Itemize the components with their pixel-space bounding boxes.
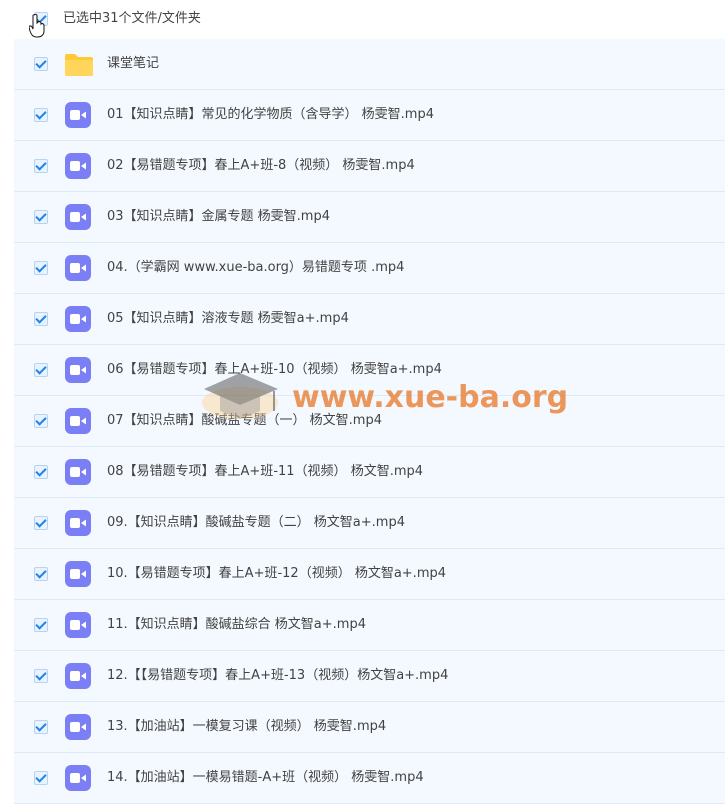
row-checkbox[interactable] xyxy=(34,312,48,326)
row-checkbox[interactable] xyxy=(34,363,48,377)
file-name[interactable]: 04.（学霸网 www.xue-ba.org）易错题专项 .mp4 xyxy=(107,259,404,277)
hand-cursor-icon xyxy=(29,14,45,38)
row-checkbox[interactable] xyxy=(34,57,48,71)
row-checkbox[interactable] xyxy=(34,618,48,632)
file-name[interactable]: 03【知识点睛】金属专题 杨雯智.mp4 xyxy=(107,208,330,226)
list-item[interactable]: 08【易错题专项】春上A+班-11（视频） 杨文智.mp4 xyxy=(14,447,725,498)
list-item[interactable]: 02【易错题专项】春上A+班-8（视频） 杨雯智.mp4 xyxy=(14,141,725,192)
list-item-folder[interactable]: 课堂笔记 xyxy=(14,39,725,90)
list-item[interactable]: 10.【易错题专项】春上A+班-12（视频） 杨文智a+.mp4 xyxy=(14,549,725,600)
list-item[interactable]: 14.【加油站】一模易错题-A+班（视频） 杨雯智.mp4 xyxy=(14,753,725,804)
list-item[interactable]: 13.【加油站】一模复习课（视频） 杨雯智.mp4 xyxy=(14,702,725,753)
list-item[interactable]: 01【知识点睛】常见的化学物质（含导学） 杨雯智.mp4 xyxy=(14,90,725,141)
list-item[interactable]: 09.【知识点睛】酸碱盐专题（二） 杨文智a+.mp4 xyxy=(14,498,725,549)
row-checkbox[interactable] xyxy=(34,516,48,530)
video-file-icon xyxy=(65,459,91,485)
row-checkbox[interactable] xyxy=(34,414,48,428)
file-list: 课堂笔记 01【知识点睛】常见的化学物质（含导学） 杨雯智.mp4 02【易错题专… xyxy=(14,39,725,804)
file-name[interactable]: 09.【知识点睛】酸碱盐专题（二） 杨文智a+.mp4 xyxy=(107,514,405,532)
list-item[interactable]: 11.【知识点睛】酸碱盐综合 杨文智a+.mp4 xyxy=(14,600,725,651)
video-file-icon xyxy=(65,204,91,230)
folder-name[interactable]: 课堂笔记 xyxy=(107,55,159,73)
video-file-icon xyxy=(65,408,91,434)
file-name[interactable]: 13.【加油站】一模复习课（视频） 杨雯智.mp4 xyxy=(107,718,386,736)
row-checkbox[interactable] xyxy=(34,159,48,173)
file-name[interactable]: 06【易错题专项】春上A+班-10（视频） 杨雯智a+.mp4 xyxy=(107,361,442,379)
list-item[interactable]: 03【知识点睛】金属专题 杨雯智.mp4 xyxy=(14,192,725,243)
video-file-icon xyxy=(65,510,91,536)
row-checkbox[interactable] xyxy=(34,465,48,479)
file-name[interactable]: 05【知识点睛】溶液专题 杨雯智a+.mp4 xyxy=(107,310,349,328)
file-name[interactable]: 08【易错题专项】春上A+班-11（视频） 杨文智.mp4 xyxy=(107,463,423,481)
row-checkbox[interactable] xyxy=(34,720,48,734)
video-file-icon xyxy=(65,153,91,179)
list-item[interactable]: 07【知识点睛】酸碱盐专题（一） 杨文智.mp4 xyxy=(14,396,725,447)
file-name[interactable]: 11.【知识点睛】酸碱盐综合 杨文智a+.mp4 xyxy=(107,616,366,634)
video-file-icon xyxy=(65,102,91,128)
video-file-icon xyxy=(65,612,91,638)
video-file-icon xyxy=(65,765,91,791)
row-checkbox[interactable] xyxy=(34,669,48,683)
video-file-icon xyxy=(65,255,91,281)
list-item[interactable]: 06【易错题专项】春上A+班-10（视频） 杨雯智a+.mp4 xyxy=(14,345,725,396)
video-file-icon xyxy=(65,357,91,383)
file-name[interactable]: 12.【【易错题专项】春上A+班-13（视频）杨文智a+.mp4 xyxy=(107,667,448,685)
file-name[interactable]: 14.【加油站】一模易错题-A+班（视频） 杨雯智.mp4 xyxy=(107,769,424,787)
video-file-icon xyxy=(65,663,91,689)
video-file-icon xyxy=(65,561,91,587)
row-checkbox[interactable] xyxy=(34,108,48,122)
row-checkbox[interactable] xyxy=(34,261,48,275)
file-name[interactable]: 01【知识点睛】常见的化学物质（含导学） 杨雯智.mp4 xyxy=(107,106,434,124)
file-name[interactable]: 02【易错题专项】春上A+班-8（视频） 杨雯智.mp4 xyxy=(107,157,415,175)
selection-count-label: 已选中31个文件/文件夹 xyxy=(63,11,201,26)
row-checkbox[interactable] xyxy=(34,210,48,224)
row-checkbox[interactable] xyxy=(34,771,48,785)
row-checkbox[interactable] xyxy=(34,567,48,581)
file-name[interactable]: 07【知识点睛】酸碱盐专题（一） 杨文智.mp4 xyxy=(107,412,382,430)
selection-header: 已选中31个文件/文件夹 xyxy=(0,0,725,39)
video-file-icon xyxy=(65,714,91,740)
file-name[interactable]: 10.【易错题专项】春上A+班-12（视频） 杨文智a+.mp4 xyxy=(107,565,446,583)
folder-icon xyxy=(65,54,93,76)
video-file-icon xyxy=(65,306,91,332)
list-item[interactable]: 04.（学霸网 www.xue-ba.org）易错题专项 .mp4 xyxy=(14,243,725,294)
list-item[interactable]: 05【知识点睛】溶液专题 杨雯智a+.mp4 xyxy=(14,294,725,345)
list-item[interactable]: 12.【【易错题专项】春上A+班-13（视频）杨文智a+.mp4 xyxy=(14,651,725,702)
